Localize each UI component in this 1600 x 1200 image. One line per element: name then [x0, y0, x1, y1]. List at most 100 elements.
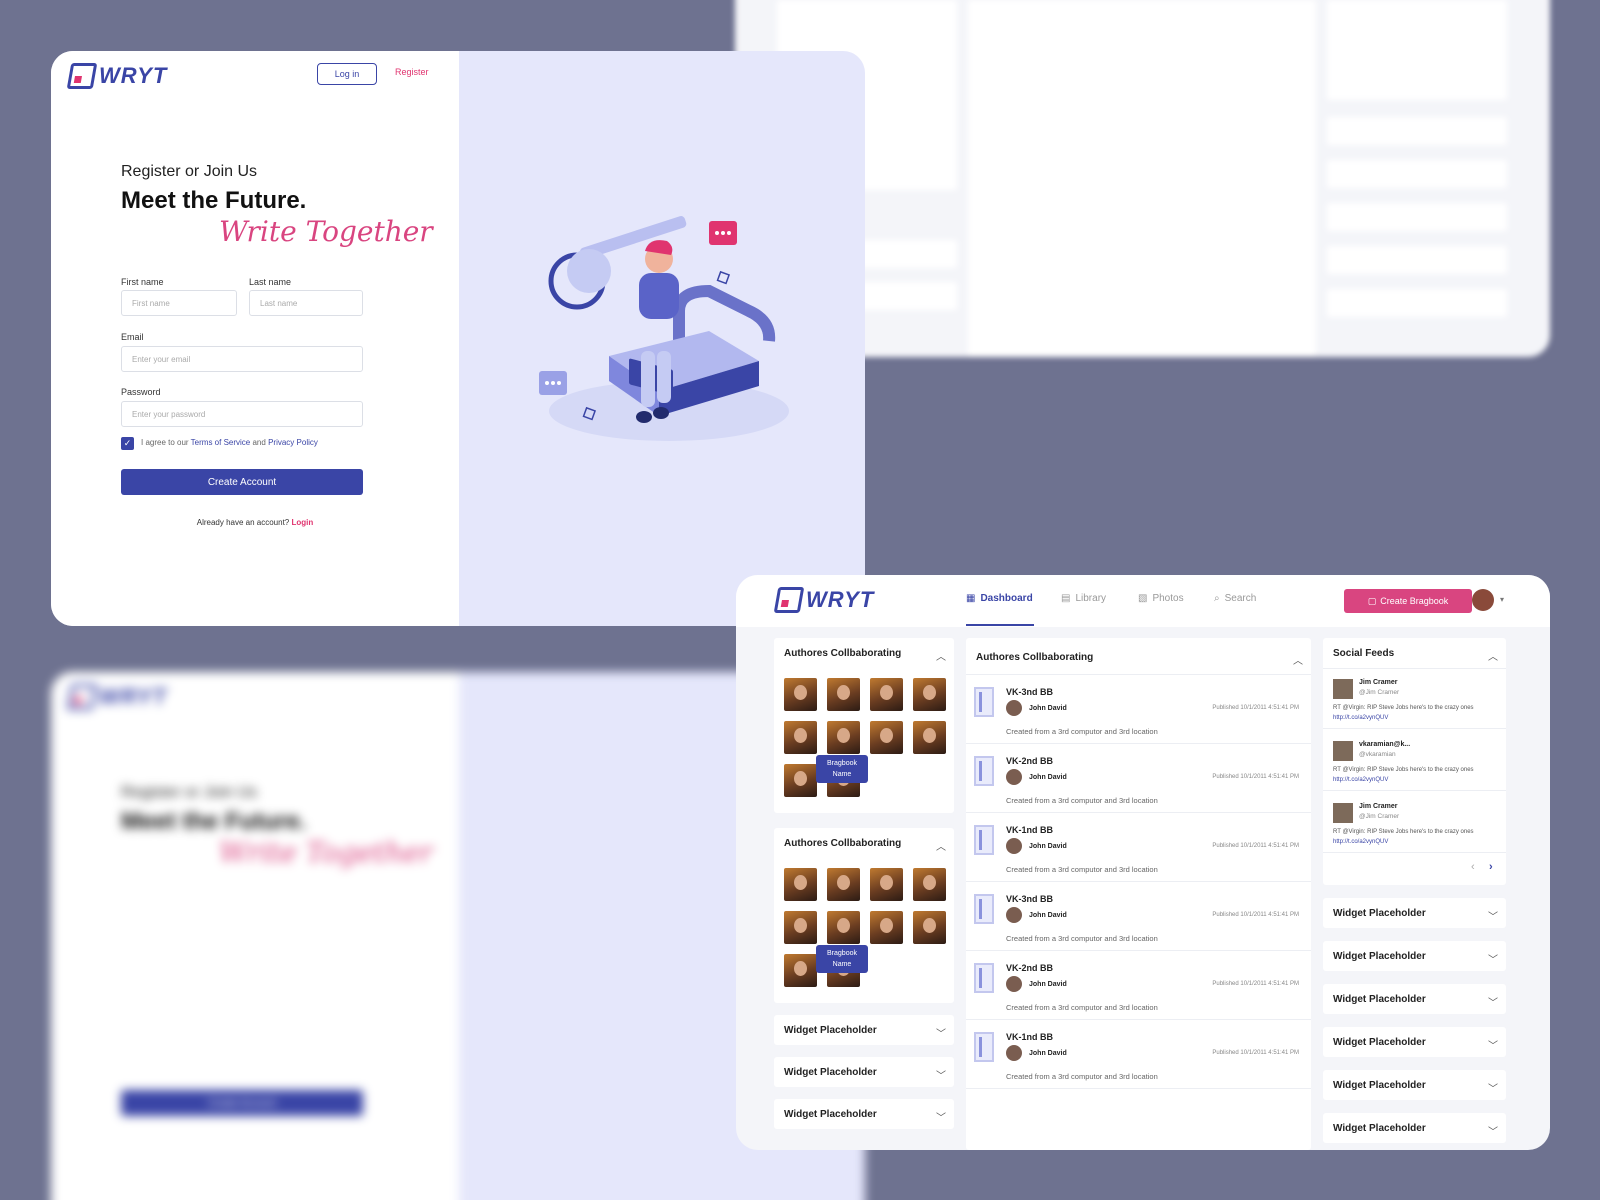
feed-name: vkaramian@k...: [1359, 741, 1411, 748]
login-button[interactable]: Log in: [317, 63, 377, 85]
row-description: Created from a 3rd computor and 3rd loca…: [1006, 727, 1158, 736]
feed-text: RT @Virgin: RIP Steve Jobs here's to the…: [1333, 829, 1474, 835]
feed-item[interactable]: Jim Cramer @Jim Cramer RT @Virgin: RIP S…: [1323, 793, 1506, 853]
chevron-down-icon[interactable]: ﹀: [936, 1025, 946, 1040]
feed-link[interactable]: http://t.co/a2vynQUV: [1333, 777, 1388, 783]
password-input[interactable]: Enter your password: [121, 401, 363, 427]
author-avatar[interactable]: [913, 868, 946, 901]
chevron-up-icon[interactable]: ︿: [1488, 648, 1498, 663]
register-link[interactable]: Register: [395, 67, 429, 77]
logo[interactable]: WRYT: [773, 587, 874, 613]
agree-text: I agree to our Terms of Service and Priv…: [141, 438, 318, 447]
login-link[interactable]: Login: [291, 518, 313, 527]
chevron-down-icon[interactable]: ﹀: [1488, 994, 1498, 1009]
chat-bubble-icon: [539, 371, 567, 395]
author-avatar[interactable]: [784, 954, 817, 987]
widget-placeholder[interactable]: Widget Placeholder ﹀: [774, 1057, 954, 1087]
bg-center-panel: [968, 0, 1316, 357]
email-label: Email: [121, 332, 144, 342]
chevron-down-icon[interactable]: ﹀: [1488, 908, 1498, 923]
widget-placeholder[interactable]: Widget Placeholder ﹀: [774, 1015, 954, 1045]
feed-handle: @vkaramian: [1359, 751, 1396, 758]
row-description: Created from a 3rd computor and 3rd loca…: [1006, 796, 1158, 805]
subtitle: Register or Join Us: [121, 163, 258, 180]
author-avatar[interactable]: [784, 764, 817, 797]
author-avatar[interactable]: [827, 911, 860, 944]
chevron-down-icon[interactable]: ﹀: [1488, 1080, 1498, 1095]
author-avatar: [1006, 907, 1022, 923]
chevron-left-icon[interactable]: ‹: [1471, 861, 1475, 873]
widget-placeholder[interactable]: Widget Placeholder ﹀: [1323, 984, 1506, 1014]
panel-title: Authores Collbaborating: [976, 652, 1094, 663]
chevron-down-icon[interactable]: ﹀: [1488, 1123, 1498, 1138]
document-icon: [974, 687, 994, 717]
grid-icon: ▦: [966, 593, 976, 604]
bragbook-row[interactable]: VK-3nd BB John David Published 10/1/2011…: [966, 882, 1311, 951]
author-avatar[interactable]: [784, 678, 817, 711]
user-avatar[interactable]: [1472, 589, 1494, 611]
author-avatar[interactable]: [870, 721, 903, 754]
create-bragbook-button[interactable]: ▢ Create Bragbook: [1344, 589, 1472, 613]
bragbook-row[interactable]: VK-2nd BB John David Published 10/1/2011…: [966, 744, 1311, 813]
bragbook-row[interactable]: VK-2nd BB John David Published 10/1/2011…: [966, 951, 1311, 1020]
row-title: VK-2nd BB: [1006, 756, 1053, 766]
last-name-input[interactable]: Last name: [249, 290, 363, 316]
widget-placeholder[interactable]: Widget Placeholder ﹀: [1323, 1027, 1506, 1057]
author-avatar[interactable]: [870, 678, 903, 711]
widget-placeholder[interactable]: Widget Placeholder ﹀: [1323, 1113, 1506, 1143]
chevron-down-icon[interactable]: ﹀: [936, 1067, 946, 1082]
nav-library[interactable]: ▤ Library: [1061, 593, 1106, 604]
author-avatar[interactable]: [784, 868, 817, 901]
row-published: Published 10/1/2011 4:51:41 PM: [1212, 912, 1299, 918]
author-avatar[interactable]: [870, 911, 903, 944]
widget-placeholder[interactable]: Widget Placeholder ﹀: [1323, 898, 1506, 928]
chevron-down-icon[interactable]: ﹀: [1488, 951, 1498, 966]
author-avatar: [1006, 838, 1022, 854]
nav-dashboard[interactable]: ▦ Dashboard: [966, 593, 1033, 604]
feed-item[interactable]: Jim Cramer @Jim Cramer RT @Virgin: RIP S…: [1323, 669, 1506, 729]
first-name-input[interactable]: First name: [121, 290, 237, 316]
chevron-down-icon[interactable]: ▾: [1500, 595, 1504, 604]
nav-photos[interactable]: ▧ Photos: [1138, 593, 1184, 604]
author-avatar[interactable]: [827, 678, 860, 711]
tooltip-line: Bragbook: [827, 950, 857, 957]
agree-checkbox[interactable]: ✓: [121, 437, 134, 450]
bragbook-row[interactable]: VK-1nd BB John David Published 10/1/2011…: [966, 1020, 1311, 1089]
widget-placeholder[interactable]: Widget Placeholder ﹀: [1323, 941, 1506, 971]
widget-placeholder[interactable]: Widget Placeholder ﹀: [1323, 1070, 1506, 1100]
widget-title: Widget Placeholder: [784, 1109, 877, 1120]
email-input[interactable]: Enter your email: [121, 346, 363, 372]
feed-link[interactable]: http://t.co/a2vynQUV: [1333, 715, 1388, 721]
author-avatar[interactable]: [827, 721, 860, 754]
author-avatar[interactable]: [784, 911, 817, 944]
chevron-down-icon[interactable]: ﹀: [936, 1109, 946, 1124]
chevron-up-icon[interactable]: ︿: [1293, 652, 1303, 667]
chat-bubble-icon: [709, 221, 737, 245]
chevron-right-icon[interactable]: ›: [1489, 861, 1493, 873]
bragbook-row[interactable]: VK-1nd BB John David Published 10/1/2011…: [966, 813, 1311, 882]
active-tab-indicator: [966, 624, 1034, 626]
author-avatar[interactable]: [827, 868, 860, 901]
nav-search[interactable]: ⌕ Search: [1214, 593, 1256, 604]
create-account-button[interactable]: Create Account: [121, 469, 363, 495]
author-avatar[interactable]: [913, 911, 946, 944]
feed-item[interactable]: vkaramian@k... @vkaramian RT @Virgin: RI…: [1323, 731, 1506, 791]
chevron-up-icon[interactable]: ︿: [936, 838, 946, 853]
widget-placeholder[interactable]: Widget Placeholder ﹀: [774, 1099, 954, 1129]
author-avatar[interactable]: [784, 721, 817, 754]
feed-text: RT @Virgin: RIP Steve Jobs here's to the…: [1333, 767, 1474, 773]
logo[interactable]: WRYT: [66, 63, 167, 89]
bg-right-widget: [1327, 160, 1507, 188]
terms-link[interactable]: Terms of Service: [191, 438, 251, 447]
bragbook-row[interactable]: VK-3nd BB John David Published 10/1/2011…: [966, 675, 1311, 744]
bg-right-widget: [1327, 246, 1507, 274]
authors-panel: Authores Collbaborating ︿ Bragbook Name: [774, 828, 954, 1003]
privacy-link[interactable]: Privacy Policy: [268, 438, 318, 447]
chevron-up-icon[interactable]: ︿: [936, 648, 946, 663]
feed-link[interactable]: http://t.co/a2vynQUV: [1333, 839, 1388, 845]
chevron-down-icon[interactable]: ﹀: [1488, 1037, 1498, 1052]
library-icon: ▤: [1061, 593, 1071, 604]
author-avatar[interactable]: [913, 721, 946, 754]
author-avatar[interactable]: [913, 678, 946, 711]
author-avatar[interactable]: [870, 868, 903, 901]
